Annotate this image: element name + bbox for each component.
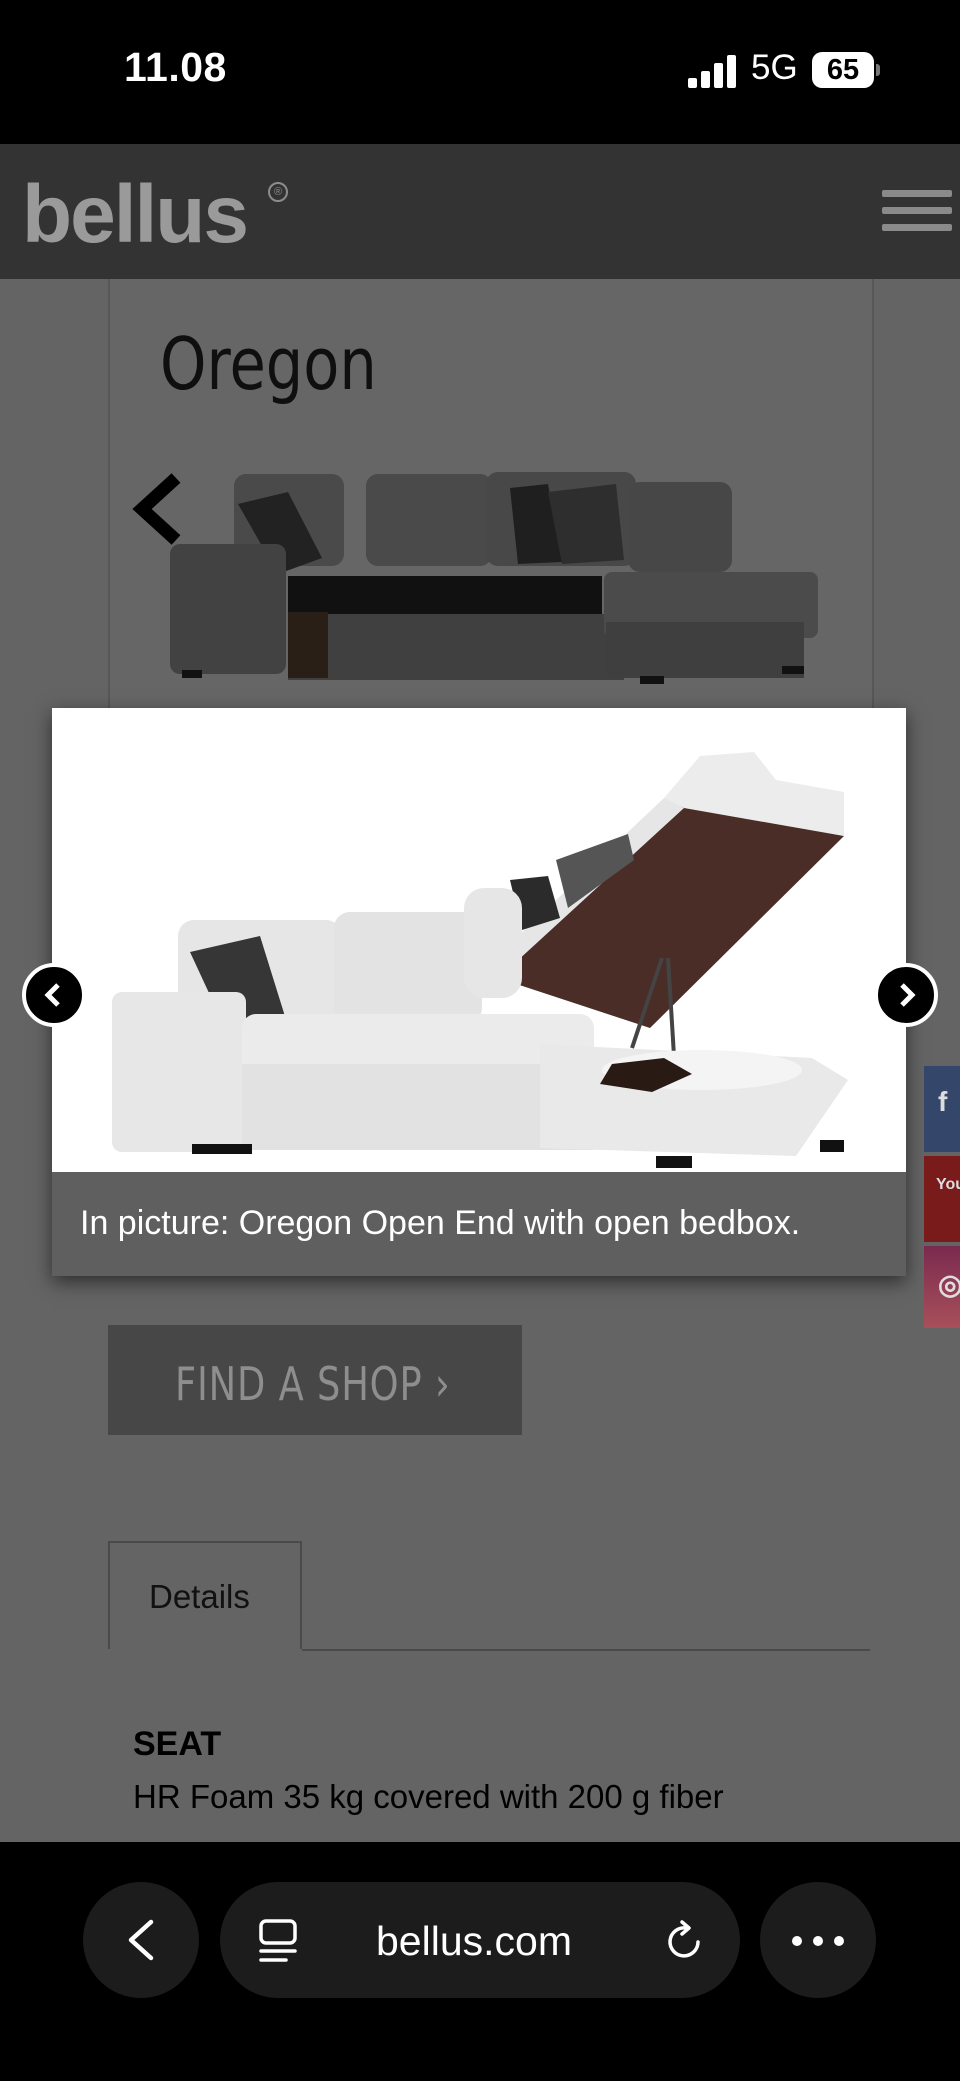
more-options-button[interactable] bbox=[760, 1882, 876, 1998]
chevron-right-icon bbox=[900, 983, 916, 1007]
facebook-link[interactable]: f bbox=[924, 1066, 960, 1152]
browser-back-button[interactable] bbox=[83, 1882, 199, 1998]
tabs-icon[interactable] bbox=[258, 1918, 298, 1964]
reload-icon[interactable] bbox=[664, 1920, 706, 1962]
chevron-left-icon bbox=[44, 983, 60, 1007]
product-title: Oregon bbox=[160, 322, 377, 406]
url-text[interactable]: bellus.com bbox=[376, 1918, 572, 1965]
youtube-link[interactable]: You bbox=[924, 1156, 960, 1242]
lightbox-prev-button[interactable] bbox=[22, 963, 86, 1027]
network-type: 5G bbox=[751, 48, 798, 87]
lightbox-next-button[interactable] bbox=[874, 963, 938, 1027]
product-main-image bbox=[170, 472, 818, 684]
seat-heading: SEAT bbox=[133, 1725, 222, 1763]
youtube-icon: You bbox=[936, 1176, 960, 1193]
signal-icon bbox=[688, 54, 738, 88]
battery-icon: 65 bbox=[812, 52, 874, 88]
status-time: 11.08 bbox=[124, 44, 227, 90]
instagram-link[interactable]: ◎ bbox=[924, 1246, 960, 1328]
tab-details-label: Details bbox=[149, 1578, 250, 1615]
registered-mark: ® bbox=[268, 182, 288, 202]
battery-tip bbox=[876, 64, 880, 76]
bellus-logo[interactable]: bellus bbox=[22, 168, 249, 262]
facebook-icon: f bbox=[938, 1086, 948, 1117]
tabs-divider bbox=[302, 1649, 870, 1651]
lightbox-caption: In picture: Oregon Open End with open be… bbox=[80, 1204, 801, 1242]
back-chevron-icon bbox=[128, 1919, 154, 1961]
find-a-shop-label: FIND A SHOP › bbox=[175, 1357, 451, 1411]
instagram-icon: ◎ bbox=[938, 1269, 960, 1300]
hamburger-menu-icon[interactable] bbox=[882, 190, 952, 232]
lightbox-image bbox=[52, 708, 906, 1172]
seat-description: HR Foam 35 kg covered with 200 g fiber bbox=[133, 1778, 724, 1815]
